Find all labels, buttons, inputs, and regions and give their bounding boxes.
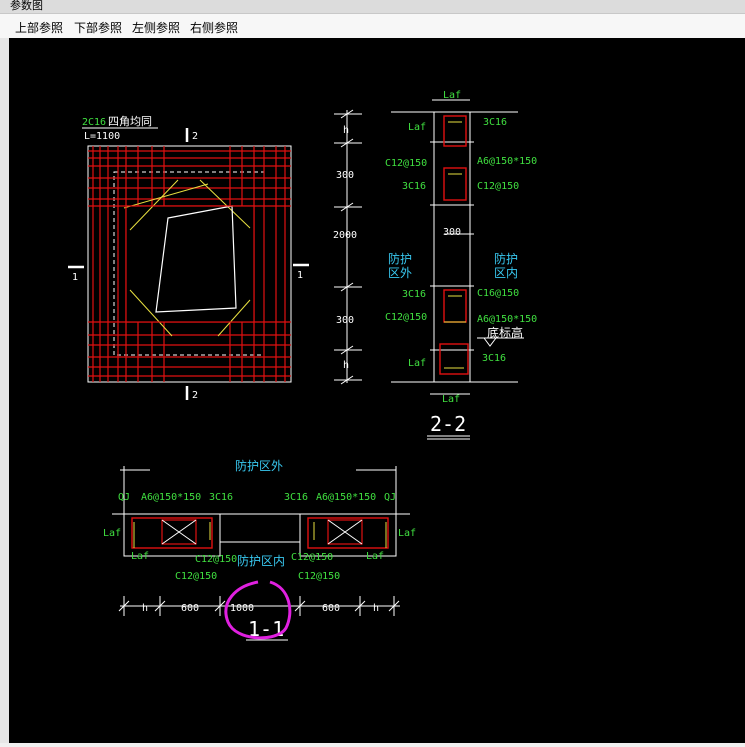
plan-section-label-top: 2 <box>192 131 198 142</box>
s22-laf-left-bottom: Laf <box>408 358 426 369</box>
dim-h-top-text: h <box>343 125 349 136</box>
s22-3c16-left-upper: 3C16 <box>402 181 426 192</box>
s11-dim-h-left: h <box>142 603 148 614</box>
s22-c12-left-upper: C12@150 <box>385 158 427 169</box>
s22-c12-right-upper: C12@150 <box>477 181 519 192</box>
s11-dim-h-right: h <box>373 603 379 614</box>
vertical-dimension-chain: 300 2000 300 h h <box>333 109 362 385</box>
s22-title: 2-2 <box>430 412 466 436</box>
s11-laf-right: Laf <box>398 528 416 539</box>
s11-c12-right-a: C12@150 <box>291 552 333 563</box>
s22-floor-level: 底标高 <box>487 325 523 340</box>
s22-a6-bottom-right: A6@150*150 <box>477 314 537 325</box>
s11-inside-zone: 防护区内 <box>237 553 285 568</box>
dim-300-bottom: 300 <box>336 315 354 326</box>
s22-outside-zone-line2: 区外 <box>388 266 412 280</box>
s11-c12-left-b: C12@150 <box>175 571 217 582</box>
s11-c12-left-a: C12@150 <box>195 554 237 565</box>
dim-h-bottom: h <box>343 360 349 371</box>
plan-view: 2 2 1 1 2C16 四角均同 L=1100 <box>68 115 309 401</box>
s11-a6-left: A6@150*150 <box>141 492 201 503</box>
s11-a6-right: A6@150*150 <box>316 492 376 503</box>
s22-laf-top: Laf <box>443 90 461 101</box>
dim-300-top: 300 <box>336 170 354 181</box>
menu-item-left-reference[interactable]: 左侧参照 <box>132 19 180 36</box>
s11-outside-zone: 防护区外 <box>235 458 283 473</box>
section-2-2: Laf Laf 3C16 C12@150 A6@150*150 3C16 C12… <box>385 90 537 440</box>
menu-item-bottom-reference[interactable]: 下部参照 <box>74 19 122 36</box>
s11-3c16-right: 3C16 <box>284 492 308 503</box>
s22-3c16-top-right: 3C16 <box>483 117 507 128</box>
s11-laf-right-inner: Laf <box>366 551 384 562</box>
plan-section-label-right: 1 <box>297 270 303 281</box>
window-title: 参数图 <box>10 0 43 12</box>
plan-section-label-left: 1 <box>72 272 78 283</box>
s22-a6-top-right: A6@150*150 <box>477 156 537 167</box>
s22-laf-left-top: Laf <box>408 122 426 133</box>
section-1-1: 防护区外 防护区内 QJ A6@150*150 3C16 3C16 A6@150… <box>103 458 416 641</box>
cad-drawing: 2 2 1 1 2C16 四角均同 L=1100 300 2000 300 h … <box>68 90 537 641</box>
drawing-canvas[interactable]: 2 2 1 1 2C16 四角均同 L=1100 300 2000 300 h … <box>9 38 745 743</box>
s11-qj-right: QJ <box>384 492 396 503</box>
plan-rebar-note: 2C16 <box>82 117 106 128</box>
s11-laf-left-inner: Laf <box>131 551 149 562</box>
plan-section-label-bottom: 2 <box>192 390 198 401</box>
s11-dim-600-right: 600 <box>322 603 340 614</box>
menu-item-top-reference[interactable]: 上部参照 <box>15 19 63 36</box>
s22-c16-right: C16@150 <box>477 288 519 299</box>
s11-3c16-left: 3C16 <box>209 492 233 503</box>
s11-c12-right-b: C12@150 <box>298 571 340 582</box>
menu-bar: 上部参照 下部参照 左侧参照 右侧参照 <box>0 14 745 38</box>
s22-inside-zone-line2: 区内 <box>494 266 518 280</box>
plan-length-note: L=1100 <box>84 131 120 142</box>
s11-qj-left: QJ <box>118 492 130 503</box>
window-title-bar: 参数图 <box>0 0 745 14</box>
s22-3c16-left-lower: 3C16 <box>402 289 426 300</box>
wall-2-2-outline <box>433 111 471 383</box>
s11-dim-600-left: 600 <box>181 603 199 614</box>
s22-c12-left-lower: C12@150 <box>385 312 427 323</box>
s11-laf-left: Laf <box>103 528 121 539</box>
s22-laf-bottom: Laf <box>442 394 460 405</box>
s22-dim-300: 300 <box>443 227 461 238</box>
menu-item-right-reference[interactable]: 右侧参照 <box>190 19 238 36</box>
s22-outside-zone-line1: 防护 <box>388 251 412 266</box>
plan-corner-note: 四角均同 <box>108 115 152 128</box>
s11-dim-1000: 1000 <box>230 603 254 614</box>
dim-2000: 2000 <box>333 230 357 241</box>
s22-inside-zone-line1: 防护 <box>494 251 518 266</box>
s22-3c16-bottom-right: 3C16 <box>482 353 506 364</box>
